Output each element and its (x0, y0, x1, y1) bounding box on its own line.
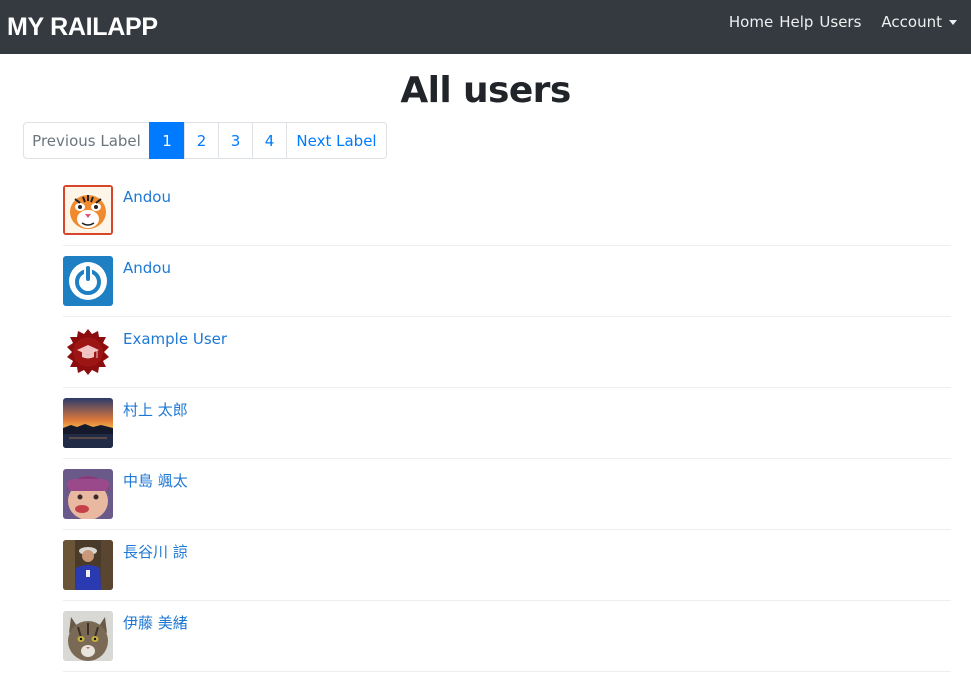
user-name-link[interactable]: 伊藤 美緒 (123, 613, 188, 633)
caret-down-icon (949, 19, 957, 25)
power-icon-avatar[interactable] (63, 256, 113, 306)
graduation-cap-seal-avatar[interactable] (63, 327, 113, 377)
pagination: Previous Label 1 2 3 4 Next Label (23, 122, 387, 159)
person-photo-avatar[interactable] (63, 540, 113, 590)
nav-account-label: Account (881, 13, 942, 31)
nav-account-dropdown[interactable]: Account (881, 13, 957, 31)
user-name-link[interactable]: Andou (123, 187, 171, 207)
nav-links: Home Help Users Account (723, 0, 957, 44)
page-title: All users (400, 70, 571, 111)
navbar: MY RAILAPP Home Help Users Account (0, 0, 971, 54)
nav-help[interactable]: Help (779, 13, 813, 31)
list-item: 伊藤 美緒 (63, 601, 951, 672)
nav-users[interactable]: Users (819, 13, 861, 31)
pagination-next[interactable]: Next Label (286, 122, 387, 159)
user-name-link[interactable]: 中島 颯太 (123, 471, 188, 491)
list-item: 長谷川 諒 (63, 530, 951, 601)
cat-photo-avatar[interactable] (63, 611, 113, 661)
pagination-page-3[interactable]: 3 (218, 122, 253, 159)
list-item: Example User (63, 317, 951, 388)
pagination-page-4[interactable]: 4 (252, 122, 287, 159)
users-list: Andou Andou Example User 村上 太郎 中島 颯太 長谷川… (63, 175, 951, 672)
sunset-photo-avatar[interactable] (63, 398, 113, 448)
child-photo-avatar[interactable] (63, 469, 113, 519)
user-name-link[interactable]: 村上 太郎 (123, 400, 188, 420)
list-item: Andou (63, 175, 951, 246)
user-name-link[interactable]: Example User (123, 329, 227, 349)
pagination-page-2[interactable]: 2 (184, 122, 219, 159)
list-item: Andou (63, 246, 951, 317)
nav-home[interactable]: Home (729, 13, 773, 31)
list-item: 村上 太郎 (63, 388, 951, 459)
user-name-link[interactable]: 長谷川 諒 (123, 542, 188, 562)
list-item: 中島 颯太 (63, 459, 951, 530)
pagination-previous[interactable]: Previous Label (23, 122, 150, 159)
user-name-link[interactable]: Andou (123, 258, 171, 278)
brand-logo[interactable]: MY RAILAPP (7, 10, 158, 44)
pagination-page-1[interactable]: 1 (149, 122, 185, 159)
tiger-avatar[interactable] (63, 185, 113, 235)
